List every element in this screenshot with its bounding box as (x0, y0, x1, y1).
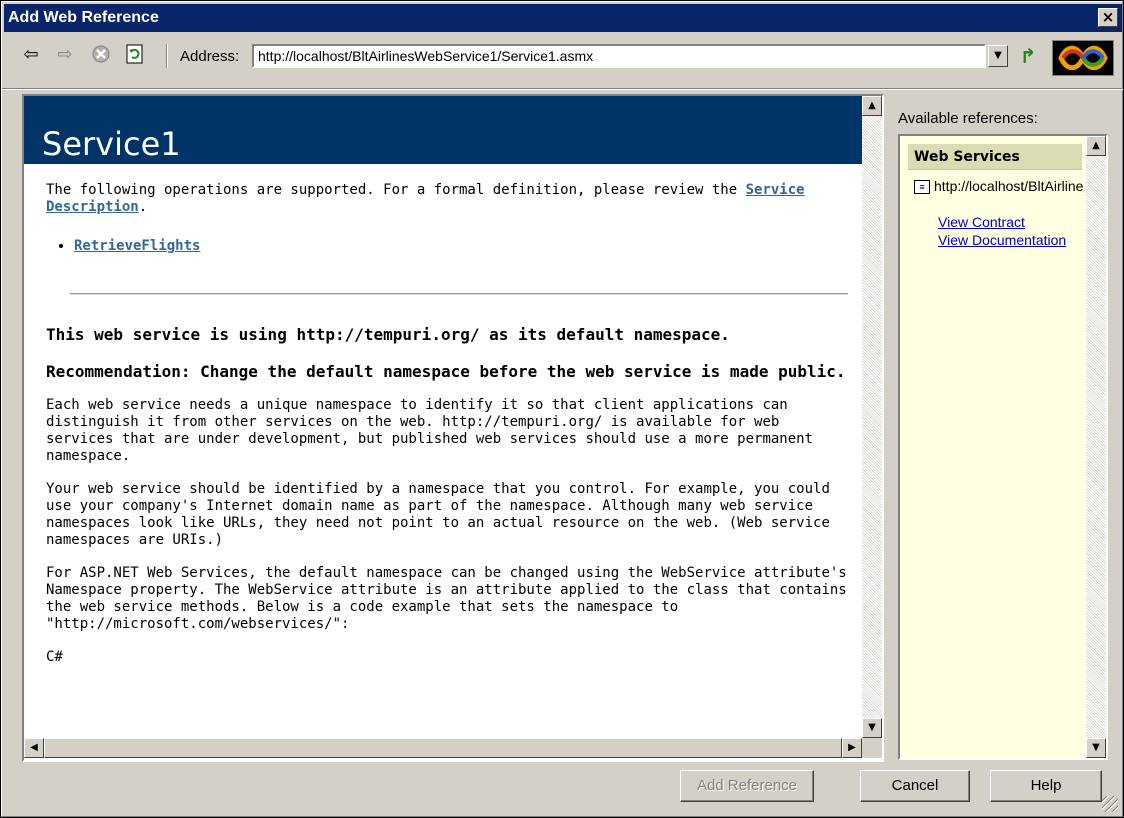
refresh-icon[interactable] (124, 44, 146, 66)
namespace-heading: This web service is using http://tempuri… (46, 325, 730, 344)
horizontal-scroll-thumb[interactable] (44, 738, 842, 758)
namespace-paragraph-1: Each web service needs a unique namespac… (46, 397, 814, 464)
recommendation-heading: Recommendation: Change the default names… (46, 362, 846, 381)
web-services-header: Web Services (908, 144, 1082, 170)
window-title: Add Web Reference (8, 9, 159, 26)
page-header: Service1 (24, 96, 862, 164)
resize-grip[interactable] (1102, 796, 1118, 812)
operations-list: RetrieveFlights (74, 238, 852, 255)
divider (70, 293, 848, 295)
operation-link-retrieveflights[interactable]: RetrieveFlights (74, 238, 200, 254)
vertical-scrollbar[interactable]: ▲ ▼ (862, 96, 882, 738)
intro-end: . (138, 199, 148, 215)
namespace-paragraph-2: Your web service should be identified by… (46, 481, 830, 548)
toolbar-divider (2, 88, 1124, 90)
view-documentation-link[interactable]: View Documentation (938, 232, 1084, 248)
intro-paragraph: The following operations are supported. … (46, 182, 852, 216)
toolbar-separator (166, 44, 168, 68)
stop-icon[interactable] (90, 44, 112, 66)
page-body: The following operations are supported. … (46, 182, 852, 682)
browser-toolbar: ⇦ ⇨ Address: ▼ ↱ (4, 32, 1122, 88)
scroll-down-button[interactable]: ▼ (862, 718, 882, 738)
close-button[interactable]: × (1098, 8, 1118, 27)
code-language-label: C# (46, 649, 63, 665)
help-button[interactable]: Help (990, 770, 1102, 802)
forward-arrow-icon[interactable]: ⇨ (54, 44, 76, 66)
go-arrow-icon[interactable]: ↱ (1016, 44, 1040, 68)
refs-scroll-down-button[interactable]: ▼ (1086, 738, 1106, 758)
reference-entry[interactable]: ≡ http://localhost/BltAirlinesWebService1… (914, 178, 1084, 195)
intro-text: The following operations are supported. … (46, 182, 746, 198)
references-vertical-scrollbar[interactable]: ▲ ▼ (1086, 136, 1106, 758)
back-arrow-icon[interactable]: ⇦ (20, 44, 42, 66)
view-contract-link[interactable]: View Contract (938, 214, 1084, 230)
scroll-right-button[interactable]: ▶ (842, 738, 862, 758)
list-item: RetrieveFlights (74, 238, 852, 255)
address-input[interactable] (252, 44, 986, 68)
reference-url: http://localhost/BltAirlinesWebService1/… (934, 178, 1084, 194)
address-label: Address: (180, 48, 240, 65)
title-bar: Add Web Reference × (4, 4, 1122, 32)
address-dropdown-button[interactable]: ▼ (988, 45, 1008, 67)
namespace-paragraph-3: For ASP.NET Web Services, the default na… (46, 565, 847, 632)
browser-content: Service1 The following operations are su… (24, 96, 862, 738)
available-references-label: Available references: (898, 110, 1038, 127)
scroll-up-button[interactable]: ▲ (862, 96, 882, 116)
scroll-left-button[interactable]: ◀ (24, 738, 44, 758)
browser-pane: Service1 The following operations are su… (22, 94, 884, 762)
page-title: Service1 (42, 125, 181, 163)
references-panel: Web Services ≡ http://localhost/BltAirlin… (898, 134, 1108, 760)
add-reference-button[interactable]: Add Reference (680, 770, 814, 802)
cancel-button[interactable]: Cancel (860, 770, 970, 802)
document-icon: ≡ (914, 180, 930, 195)
logo-icon (1052, 40, 1114, 76)
add-web-reference-dialog: Add Web Reference × ⇦ ⇨ Address: ▼ ↱ (0, 0, 1124, 818)
horizontal-scrollbar[interactable]: ◀ ▶ (24, 738, 862, 758)
refs-scroll-up-button[interactable]: ▲ (1086, 136, 1106, 156)
scroll-corner (862, 738, 882, 758)
